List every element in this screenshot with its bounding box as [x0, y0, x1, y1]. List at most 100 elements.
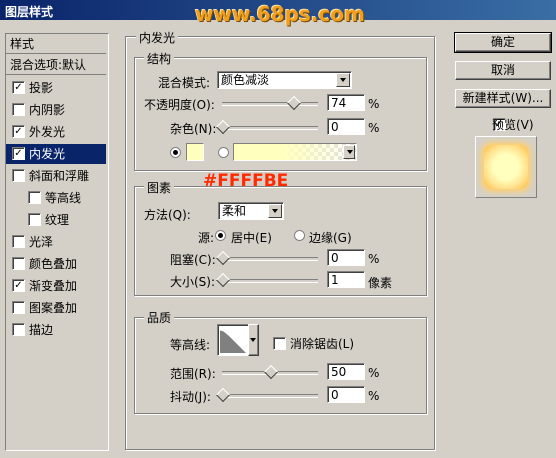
glow-color-swatch[interactable]: [186, 143, 204, 161]
contour-label: 等高线:: [170, 338, 211, 352]
style-item-checkbox[interactable]: [12, 169, 25, 182]
choke-slider-track[interactable]: [222, 257, 318, 261]
panel-title: 内发光: [136, 29, 179, 46]
style-item-checkbox[interactable]: ✓: [12, 81, 25, 94]
style-item-checkbox[interactable]: [12, 257, 25, 270]
antialias-label[interactable]: 消除锯齿(L): [290, 335, 354, 352]
style-item-checkbox[interactable]: [12, 103, 25, 116]
style-item-checkbox[interactable]: ✓: [12, 279, 25, 292]
size-input[interactable]: 1: [327, 271, 365, 288]
style-item-label: 内阴影: [29, 103, 66, 117]
gradient-dropdown-icon[interactable]: [343, 145, 355, 159]
jitter-label: 抖动(J):: [170, 390, 211, 404]
preview-label[interactable]: 预览(V): [492, 116, 534, 133]
contour-curve-icon: [220, 330, 246, 353]
style-item-label: 渐变叠加: [29, 279, 78, 293]
blend-options-item[interactable]: 混合选项:默认: [6, 55, 106, 75]
style-item-checkbox[interactable]: [12, 301, 25, 314]
noise-slider-track[interactable]: [222, 126, 318, 130]
range-input[interactable]: 50: [327, 363, 365, 380]
opacity-unit: %: [368, 97, 380, 111]
range-unit: %: [368, 366, 380, 380]
style-item-label: 描边: [29, 323, 54, 337]
size-label: 大小(S):: [170, 275, 216, 289]
cancel-button[interactable]: 取消: [455, 61, 551, 80]
window-title: 图层样式: [5, 5, 54, 19]
structure-legend: 结构: [144, 50, 175, 67]
style-item-label: 等高线: [45, 191, 82, 205]
choke-input[interactable]: 0: [327, 249, 365, 266]
effect-preview: [475, 136, 537, 198]
style-item-checkbox[interactable]: [28, 213, 41, 226]
style-item-label: 光泽: [29, 235, 54, 249]
style-item[interactable]: 图案叠加: [6, 298, 106, 318]
chevron-down-icon[interactable]: [336, 73, 350, 87]
style-item-checkbox[interactable]: [12, 235, 25, 248]
style-item-label: 图案叠加: [29, 301, 78, 315]
blend-mode-value: 颜色减淡: [221, 73, 270, 87]
antialias-checkbox[interactable]: [273, 336, 286, 350]
opacity-label: 不透明度(O):: [144, 98, 215, 112]
watermark-text: www.68ps.com: [195, 2, 365, 26]
style-item[interactable]: 纹理: [6, 210, 106, 230]
style-item[interactable]: ✓ 渐变叠加: [6, 276, 106, 296]
preview-swatch: [484, 145, 528, 189]
style-item-label: 纹理: [45, 213, 70, 227]
size-slider-track[interactable]: [222, 279, 318, 283]
styles-header[interactable]: 样式: [6, 34, 106, 54]
noise-unit: %: [368, 121, 380, 135]
chevron-down-icon[interactable]: [268, 204, 282, 218]
source-edge-label[interactable]: 边缘(G): [309, 229, 352, 246]
size-unit: 像素: [368, 276, 393, 290]
opacity-input[interactable]: 74: [327, 94, 365, 111]
choke-unit: %: [368, 252, 380, 266]
gradient-radio[interactable]: [218, 147, 229, 158]
opacity-slider-track[interactable]: [222, 102, 318, 106]
range-label: 范围(R):: [170, 367, 216, 381]
jitter-slider-track[interactable]: [222, 394, 318, 398]
style-item[interactable]: 描边: [6, 320, 106, 340]
elements-legend: 图素: [144, 179, 175, 196]
quality-legend: 品质: [144, 309, 175, 326]
style-item[interactable]: ✓ 投影: [6, 78, 106, 98]
jitter-input[interactable]: 0: [327, 386, 365, 403]
style-item[interactable]: ✓ 内发光: [6, 144, 106, 164]
style-item-checkbox[interactable]: ✓: [12, 147, 25, 160]
style-item-label: 投影: [29, 81, 54, 95]
blend-mode-label: 混合模式:: [158, 76, 211, 90]
ok-button[interactable]: 确定: [454, 32, 552, 53]
style-item[interactable]: ✓ 外发光: [6, 122, 106, 142]
style-item-label: 外发光: [29, 125, 66, 139]
contour-dropdown[interactable]: [248, 324, 259, 356]
style-item-checkbox[interactable]: ✓: [12, 125, 25, 138]
style-item-label: 斜面和浮雕: [29, 169, 90, 183]
style-list: 样式 混合选项:默认 ✓ 投影内阴影 ✓ 外发光 ✓ 内发光斜面和浮雕等高线纹理光泽颜色叠…: [5, 33, 109, 451]
style-item-label: 内发光: [29, 147, 66, 161]
source-label: 源:: [198, 231, 215, 245]
source-center-radio[interactable]: [215, 230, 226, 241]
new-style-button[interactable]: 新建样式(W)...: [455, 89, 551, 108]
method-select[interactable]: 柔和: [218, 202, 284, 220]
solid-color-radio[interactable]: [170, 147, 181, 158]
style-item[interactable]: 光泽: [6, 232, 106, 252]
blend-mode-select[interactable]: 颜色减淡: [217, 71, 352, 89]
style-item[interactable]: 颜色叠加: [6, 254, 106, 274]
method-value: 柔和: [222, 204, 247, 218]
source-center-label[interactable]: 居中(E): [231, 229, 272, 246]
source-edge-radio[interactable]: [294, 230, 305, 241]
style-item[interactable]: 斜面和浮雕: [6, 166, 106, 186]
choke-label: 阻塞(C):: [170, 253, 216, 267]
noise-label: 杂色(N):: [170, 122, 217, 136]
method-label: 方法(Q):: [144, 208, 191, 222]
style-item[interactable]: 内阴影: [6, 100, 106, 120]
contour-picker[interactable]: [217, 324, 249, 356]
noise-input[interactable]: 0: [327, 118, 365, 135]
color-annotation: #FFFFBE: [203, 171, 289, 191]
chevron-down-icon: [250, 338, 256, 342]
style-item-label: 颜色叠加: [29, 257, 78, 271]
style-item-checkbox[interactable]: [28, 191, 41, 204]
style-item[interactable]: 等高线: [6, 188, 106, 208]
jitter-unit: %: [368, 389, 380, 403]
style-item-checkbox[interactable]: [12, 323, 25, 336]
gradient-picker[interactable]: [233, 143, 357, 161]
